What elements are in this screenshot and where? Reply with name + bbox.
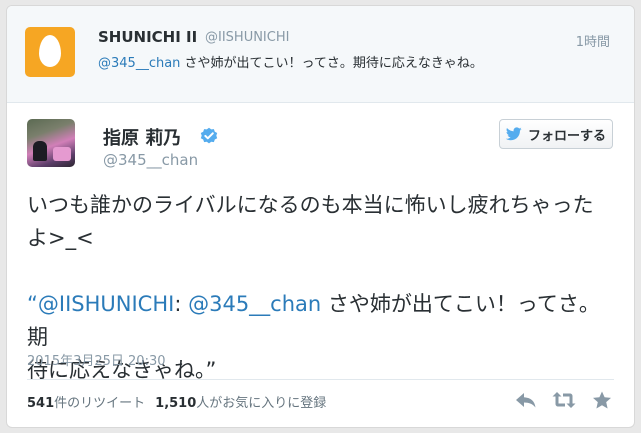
user-handle[interactable]: @345__chan xyxy=(103,151,198,169)
retweet-stat[interactable]: 541件のリツイート xyxy=(27,396,145,411)
retweet-button[interactable] xyxy=(552,390,576,410)
tweet-timestamp[interactable]: 2015年3月25日 20:30 xyxy=(27,350,166,369)
parent-mention-link[interactable]: @345__chan xyxy=(98,56,180,71)
parent-text-body: さや姉が出てこい！ってさ。期待に応えなきゃね。 xyxy=(184,56,483,71)
mention-link-iishunichi[interactable]: @IISHUNICHI xyxy=(38,292,174,316)
star-icon xyxy=(593,391,611,408)
egg-icon xyxy=(39,35,61,67)
reply-icon xyxy=(516,393,536,408)
tweet-text-line: いつも誰かのライバルになるのも本当に怖いし疲れちゃった xyxy=(27,193,594,217)
favorite-count: 1,510 xyxy=(155,396,197,411)
retweet-icon xyxy=(552,392,576,408)
tweet-actions xyxy=(514,390,614,410)
retweet-count: 541 xyxy=(27,396,55,411)
divider xyxy=(27,379,614,380)
quote-colon: : xyxy=(174,292,189,316)
tweet-text-line: よ>_< xyxy=(27,226,94,250)
follow-button[interactable]: フォローする xyxy=(499,119,613,149)
favorite-button[interactable] xyxy=(590,390,614,410)
quote-open-mark: “ xyxy=(27,292,38,316)
retweet-label: 件のリツイート xyxy=(54,396,146,411)
mention-link-345chan[interactable]: @345__chan xyxy=(188,292,321,316)
quoted-text: “@IISHUNICHI: @345__chan さや姉が出てこい！ってさ。期 xyxy=(27,288,617,354)
parent-avatar[interactable] xyxy=(25,27,75,77)
display-name[interactable]: 指原 莉乃 xyxy=(103,124,181,150)
parent-tweet-text: @345__chan さや姉が出てこい！ってさ。期待に応えなきゃね。 xyxy=(98,52,483,71)
favorite-label: 人がお気に入りに登録 xyxy=(196,396,327,411)
tweet-stats: 541件のリツイート 1,510人がお気に入りに登録 xyxy=(27,392,326,411)
tweet-card: SHUNICHI II @IISHUNICHI 1時間 @345__chan さ… xyxy=(6,5,635,428)
reply-button[interactable] xyxy=(514,390,538,410)
favorite-stat[interactable]: 1,510人がお気に入りに登録 xyxy=(155,396,326,411)
in-reply-to-tweet[interactable]: SHUNICHI II @IISHUNICHI 1時間 @345__chan さ… xyxy=(7,6,634,103)
follow-button-label: フォローする xyxy=(527,128,606,144)
parent-display-name[interactable]: SHUNICHI II xyxy=(98,28,197,46)
avatar[interactable] xyxy=(27,119,75,167)
twitter-bird-icon xyxy=(505,127,522,141)
verified-badge-icon xyxy=(200,127,218,144)
parent-handle[interactable]: @IISHUNICHI xyxy=(205,30,289,45)
parent-timestamp[interactable]: 1時間 xyxy=(576,31,610,50)
